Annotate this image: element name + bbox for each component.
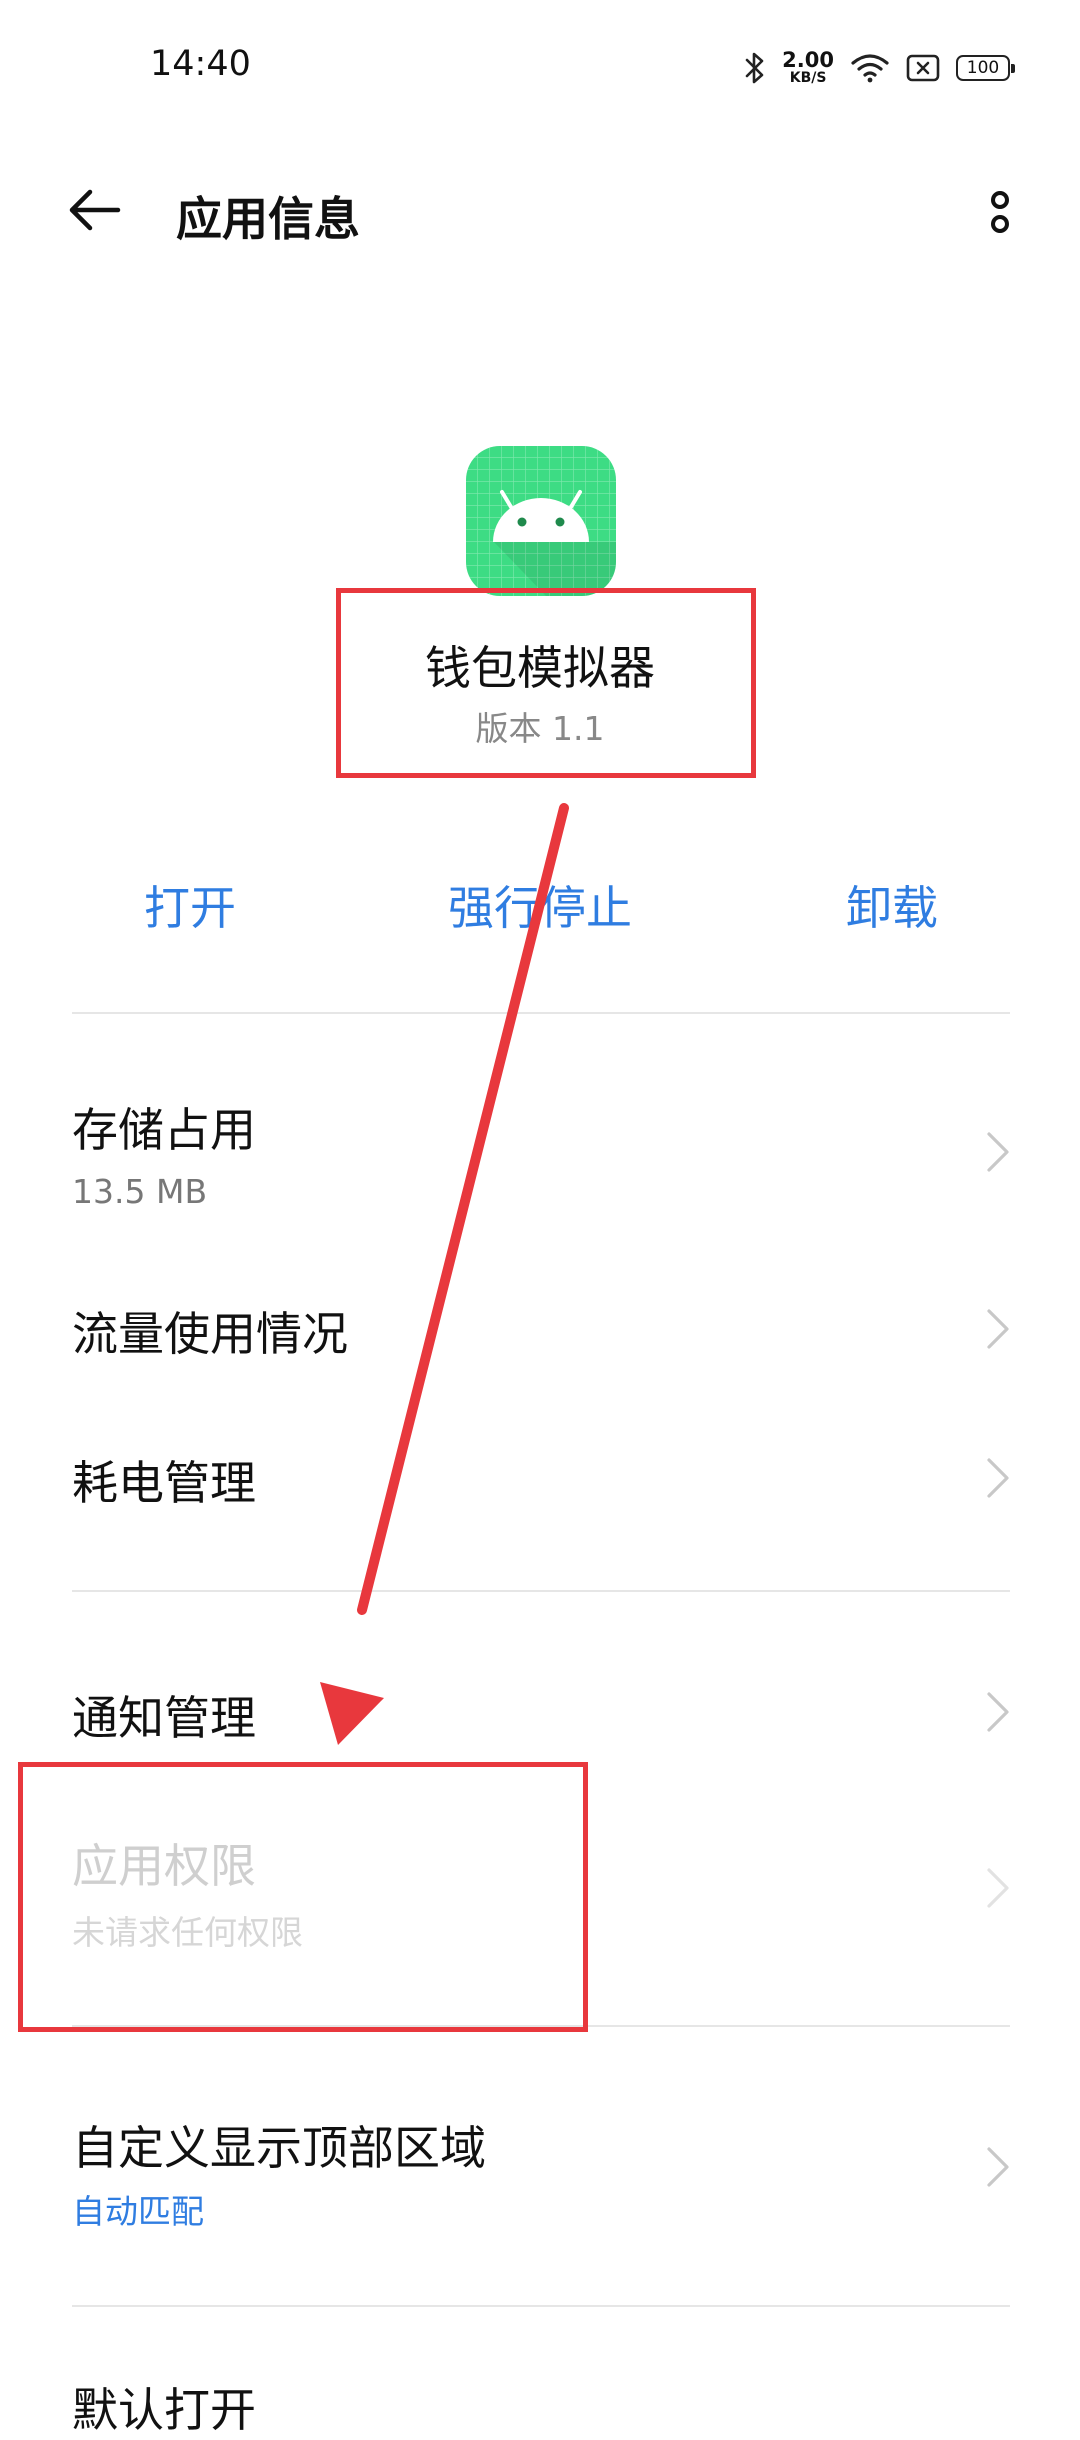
battery-icon: 100 — [956, 54, 1015, 81]
chevron-right-icon — [987, 1309, 1009, 1349]
storage-size: 13.5 MB — [72, 1172, 208, 1211]
battery-management-title: 耗电管理 — [72, 1456, 256, 1510]
notifications-title: 通知管理 — [72, 1691, 256, 1745]
data-usage-title: 流量使用情况 — [72, 1307, 348, 1361]
back-arrow-icon[interactable] — [66, 186, 122, 234]
open-button[interactable]: 打开 — [40, 872, 340, 938]
app-icon — [466, 446, 616, 596]
battery-level: 100 — [966, 57, 1000, 78]
chevron-right-icon — [987, 1868, 1009, 1908]
divider — [72, 1012, 1010, 1014]
status-icons: 2.00 KB/S 100 — [744, 45, 1015, 90]
top-area-display-value: 自动匹配 — [72, 2192, 204, 2231]
open-by-default-title[interactable]: 默认打开 — [72, 2374, 256, 2440]
storage-title: 存储占用 — [72, 1103, 256, 1157]
bluetooth-icon — [745, 52, 764, 83]
page-title: 应用信息 — [176, 192, 360, 246]
uninstall-button[interactable]: 卸载 — [742, 872, 1042, 938]
chevron-right-icon — [987, 1692, 1009, 1732]
chevron-right-icon — [987, 1132, 1009, 1172]
more-options-icon[interactable] — [985, 188, 1015, 238]
divider — [72, 1590, 1010, 1592]
no-sim-icon — [906, 54, 940, 81]
divider — [72, 2305, 1010, 2307]
top-area-display-title: 自定义显示顶部区域 — [72, 2121, 486, 2175]
force-stop-button[interactable]: 强行停止 — [390, 872, 690, 938]
annotation-box-permissions — [18, 1762, 588, 2032]
chevron-right-icon — [987, 2147, 1009, 2187]
android-robot-icon — [466, 446, 616, 596]
chevron-right-icon — [987, 1458, 1009, 1498]
annotation-box-app-info — [336, 588, 756, 778]
network-speed: 2.00 KB/S — [782, 48, 834, 86]
network-speed-value: 2.00 — [782, 48, 834, 72]
wifi-icon — [851, 53, 889, 82]
status-time: 14:40 — [150, 44, 251, 84]
network-speed-unit: KB/S — [789, 70, 827, 86]
